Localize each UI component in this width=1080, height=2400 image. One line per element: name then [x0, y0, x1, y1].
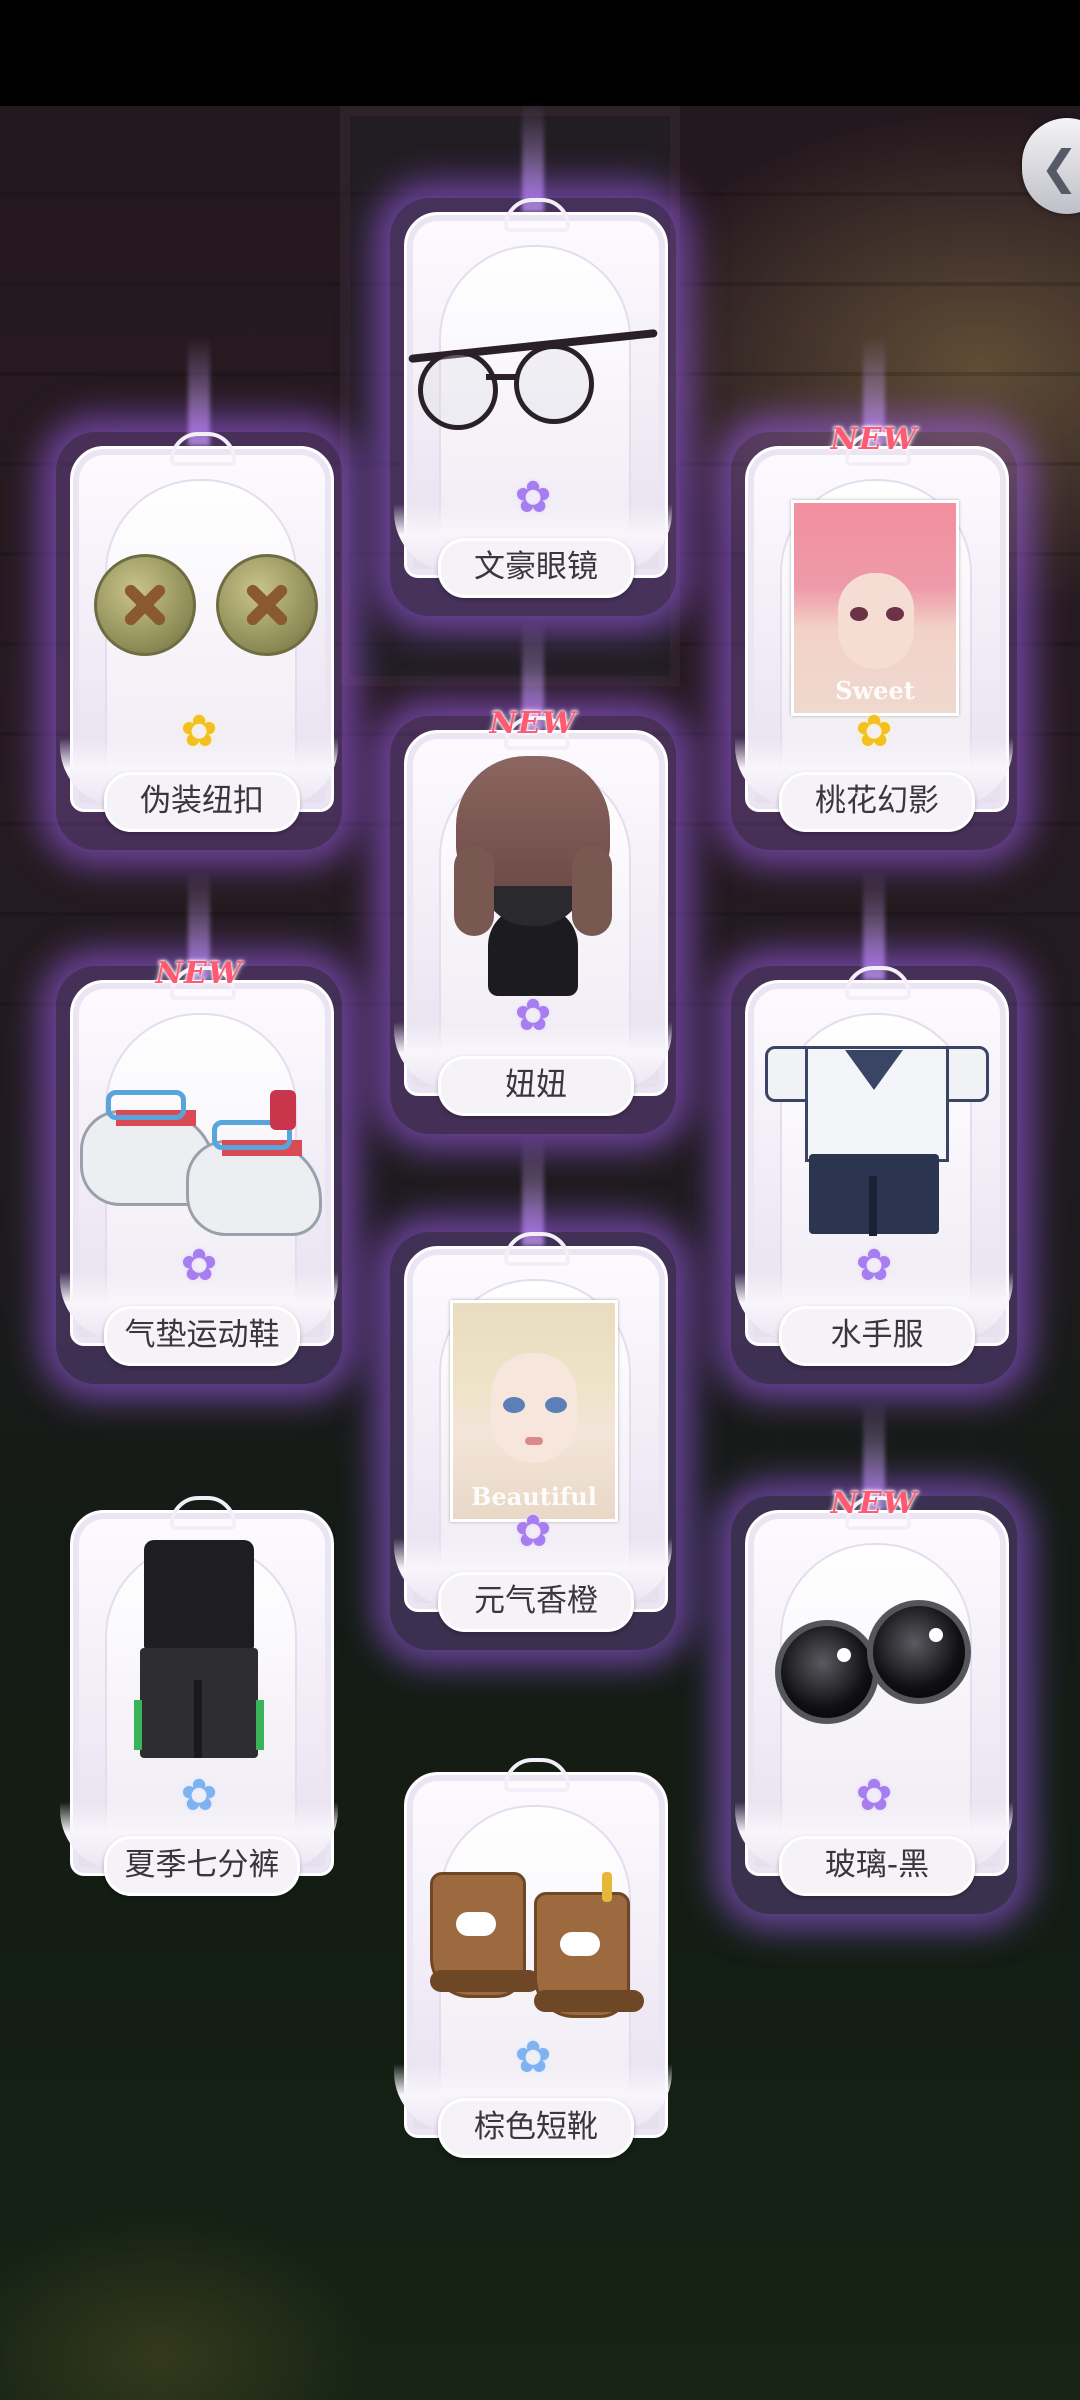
sailor-outfit-icon — [765, 1036, 989, 1256]
item-name: 桃花幻影 — [779, 772, 975, 832]
rarity-star-icon: ✿ — [180, 1770, 218, 1821]
item-name: 玻璃-黑 — [779, 1836, 975, 1896]
item-name: 水手服 — [779, 1306, 975, 1366]
rarity-star-icon: ✿ — [514, 990, 552, 1041]
reward-card-buttons[interactable]: ✿ 伪装纽扣 — [56, 336, 342, 850]
new-badge: NEW — [489, 706, 577, 741]
reward-card-orange-makeup[interactable]: Beautiful ✿ 元气香橙 — [390, 1136, 676, 1650]
item-name: 文豪眼镜 — [438, 538, 634, 598]
reward-card-sneakers[interactable]: NEW ✿ 气垫运动鞋 — [56, 870, 342, 1384]
reward-card-wig[interactable]: NEW ✿ 妞妞 — [390, 620, 676, 1134]
buttons-icon — [70, 554, 328, 664]
portrait-caption: Sweet — [835, 676, 915, 705]
rarity-star-icon: ✿ — [855, 706, 893, 757]
reward-card-summer-pants[interactable]: ✿ 夏季七分裤 — [60, 1496, 338, 1905]
reward-card-black-eyes[interactable]: NEW ✿ 玻璃-黑 — [731, 1400, 1017, 1914]
item-name: 元气香橙 — [438, 1572, 634, 1632]
brown-boots-icon — [416, 1852, 652, 2032]
rarity-star-icon: ✿ — [514, 1506, 552, 1557]
rarity-star-icon: ✿ — [180, 1240, 218, 1291]
item-name: 伪装纽扣 — [104, 772, 300, 832]
rarity-star-icon: ✿ — [855, 1770, 893, 1821]
item-name: 棕色短靴 — [438, 2098, 634, 2158]
new-badge: NEW — [155, 956, 243, 991]
reward-card-glasses[interactable]: ✿ 文豪眼镜 — [390, 102, 676, 616]
rarity-star-icon: ✿ — [514, 2032, 552, 2083]
rarity-star-icon: ✿ — [514, 472, 552, 523]
black-glass-eyes-icon — [775, 1600, 975, 1730]
item-name: 妞妞 — [438, 1056, 634, 1116]
reward-card-brown-boots[interactable]: ✿ 棕色短靴 — [394, 1758, 672, 2167]
new-badge: NEW — [830, 1486, 918, 1521]
blonde-makeup-portrait: Beautiful — [450, 1300, 618, 1522]
light-beam — [522, 102, 544, 212]
rarity-star-icon: ✿ — [180, 706, 218, 757]
braided-wig-icon — [448, 756, 618, 996]
item-name: 气垫运动鞋 — [104, 1306, 300, 1366]
round-glasses-icon — [404, 322, 662, 442]
item-name: 夏季七分裤 — [104, 1836, 300, 1896]
pink-hair-makeup-portrait: Sweet — [791, 500, 959, 716]
light-beam — [863, 870, 885, 980]
light-beam — [522, 1136, 544, 1246]
reward-card-sailor-outfit[interactable]: ✿ 水手服 — [731, 870, 1017, 1384]
light-beam — [188, 336, 210, 446]
summer-cropped-pants-outfit-icon — [134, 1540, 264, 1790]
sneakers-icon — [76, 1050, 326, 1250]
new-badge: NEW — [830, 422, 918, 457]
rarity-star-icon: ✿ — [855, 1240, 893, 1291]
chevron-left-icon: ❮ — [1040, 140, 1079, 194]
reward-card-peach-makeup[interactable]: NEW Sweet ✿ 桃花幻影 — [731, 336, 1017, 850]
